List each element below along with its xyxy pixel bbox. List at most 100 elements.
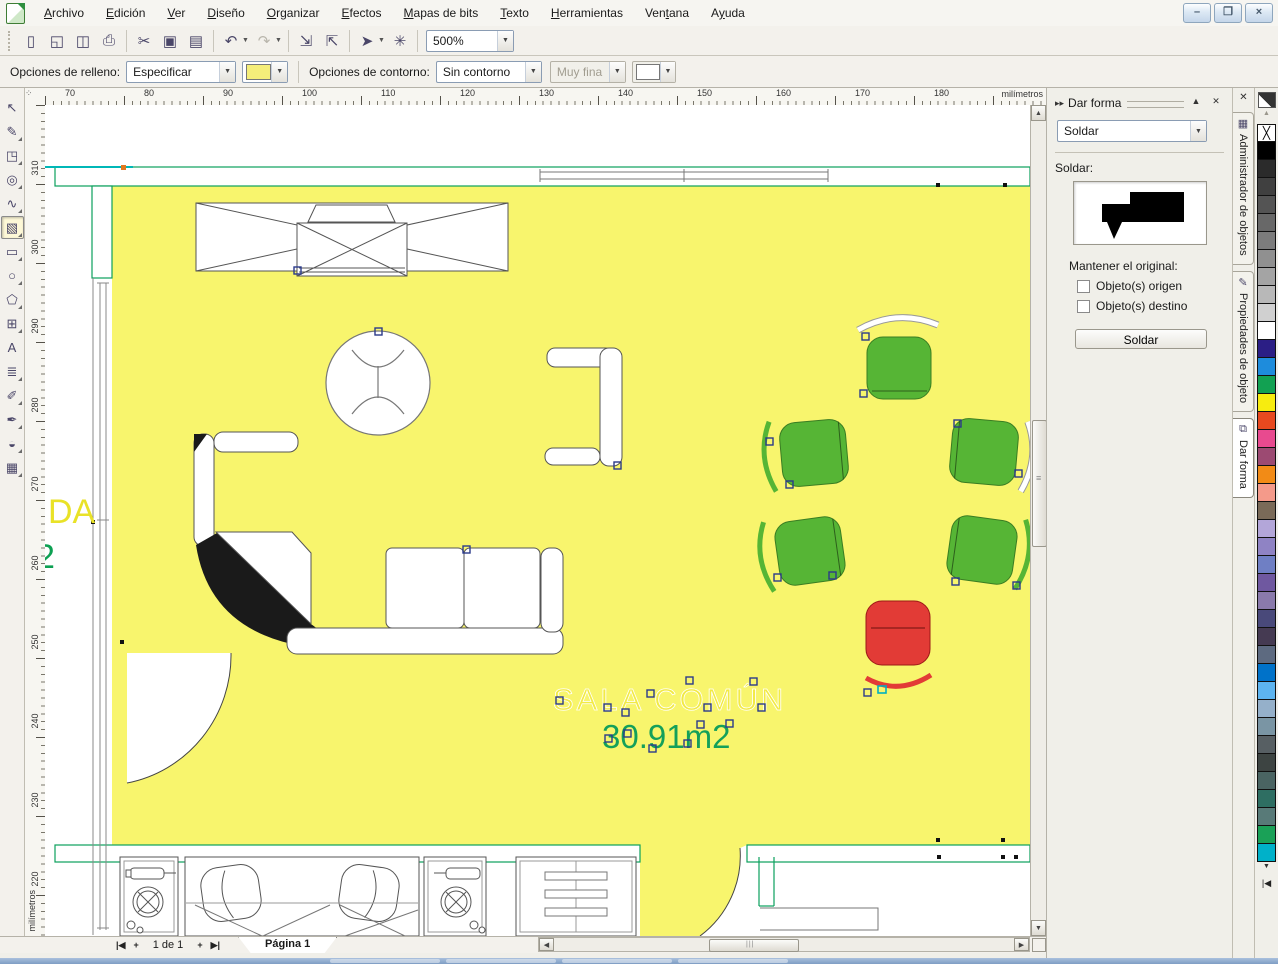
zoom-tool[interactable]: ◎ (1, 168, 24, 191)
menu-mapas-de-bits[interactable]: Mapas de bits (393, 2, 490, 24)
color-swatch[interactable] (1257, 160, 1276, 178)
color-swatch[interactable] (1257, 574, 1276, 592)
chevron-down-icon[interactable]: ▼ (219, 62, 235, 82)
tv-sideboard[interactable] (196, 203, 508, 276)
copy-button[interactable]: ▣ (157, 28, 183, 54)
color-swatch[interactable] (1257, 520, 1276, 538)
last-page-button[interactable]: ▶| (207, 940, 224, 951)
color-swatch[interactable] (1257, 592, 1276, 610)
nightstand-right[interactable] (424, 857, 486, 936)
taskbar-window-button[interactable] (562, 959, 672, 963)
ellipse-tool[interactable]: ○ (1, 264, 24, 287)
chevron-down-icon[interactable]: ▼ (525, 62, 541, 82)
color-swatch[interactable] (1257, 484, 1276, 502)
drawing-area[interactable]: SALA COMÚN 30.91m2 DA 2 (45, 105, 1030, 936)
docker-grabber[interactable] (1127, 101, 1184, 108)
new-button[interactable]: ▯ (18, 28, 44, 54)
room-area-label[interactable]: 30.91m2 (602, 718, 730, 755)
clipped-room-label[interactable]: DA (48, 493, 96, 531)
docker-tab-propiedades-de-objeto[interactable]: ✎Propiedades de objeto (1233, 271, 1254, 412)
window-left[interactable] (93, 278, 109, 935)
shaping-mode-combo[interactable]: Soldar ▼ (1057, 120, 1207, 142)
palette-expand-icon[interactable]: |◀ (1258, 878, 1276, 890)
chevron-down-icon[interactable]: ▼ (242, 37, 251, 44)
color-swatch[interactable] (1257, 502, 1276, 520)
chevron-down-icon[interactable]: ▼ (660, 62, 675, 82)
source-objects-checkbox[interactable] (1077, 280, 1090, 293)
menu-texto[interactable]: Texto (489, 2, 540, 24)
rectangle-tool[interactable]: ▭ (1, 240, 24, 263)
cut-button[interactable]: ✂ (131, 28, 157, 54)
toolbar-grip[interactable] (8, 31, 14, 51)
menu-herramientas[interactable]: Herramientas (540, 2, 634, 24)
paste-button[interactable]: ▤ (183, 28, 209, 54)
nightstand-left[interactable] (120, 857, 178, 936)
menu-efectos[interactable]: Efectos (330, 2, 392, 24)
shape-tool[interactable]: ✎ (1, 120, 24, 143)
color-swatch[interactable] (1257, 412, 1276, 430)
restore-window-button[interactable]: ❐ (1214, 3, 1242, 23)
page-tab[interactable]: Página 1 (238, 937, 337, 954)
docker-pin-icon[interactable]: ▸▸ (1055, 98, 1064, 109)
bed[interactable] (185, 857, 419, 936)
crop-tool[interactable]: ◳ (1, 144, 24, 167)
color-swatch[interactable] (1257, 232, 1276, 250)
taskbar-window-button[interactable] (678, 959, 788, 963)
print-button[interactable]: ⎙ (96, 28, 122, 54)
color-swatch[interactable] (1257, 214, 1276, 232)
chevron-down-icon[interactable]: ▼ (271, 62, 287, 82)
color-swatch[interactable] (1257, 844, 1276, 862)
outline-mode-combo[interactable]: Sin contorno ▼ (436, 61, 542, 83)
color-swatch[interactable] (1257, 646, 1276, 664)
menu-ventana[interactable]: Ventana (634, 2, 700, 24)
outline-tool[interactable]: ✒ (1, 408, 24, 431)
docker-title-bar[interactable]: ▸▸ Dar forma ▲ ✕ (1055, 94, 1224, 112)
color-swatch[interactable] (1257, 682, 1276, 700)
target-objects-checkbox[interactable] (1077, 300, 1090, 313)
export-button[interactable]: ⇱ (319, 28, 345, 54)
palette-scroll-down-icon[interactable]: ▼ (1258, 863, 1276, 876)
color-swatch[interactable] (1257, 376, 1276, 394)
color-swatch[interactable] (1257, 286, 1276, 304)
color-swatch[interactable] (1257, 556, 1276, 574)
color-swatch[interactable] (1257, 178, 1276, 196)
color-swatch[interactable] (1257, 358, 1276, 376)
close-window-button[interactable]: × (1245, 3, 1273, 23)
color-swatch[interactable] (1257, 268, 1276, 286)
palette-options-icon[interactable] (1258, 92, 1276, 108)
vertical-ruler[interactable]: milímetros 31030029028027026025024023022… (25, 105, 46, 936)
smart-fill-tool[interactable]: ▧ (1, 216, 24, 239)
taskbar-window-button[interactable] (446, 959, 556, 963)
undo-button[interactable]: ↶ (218, 28, 244, 54)
fill-tool[interactable]: ◒ (1, 432, 24, 455)
no-color-swatch[interactable]: ╳ (1257, 124, 1276, 142)
open-button[interactable]: ◱ (44, 28, 70, 54)
chevron-down-icon[interactable]: ▼ (275, 37, 284, 44)
color-swatch[interactable] (1257, 754, 1276, 772)
corel-online-button[interactable]: ✳ (387, 28, 413, 54)
basic-shapes-tool[interactable]: ⊞ (1, 312, 24, 335)
color-swatch[interactable] (1257, 718, 1276, 736)
horizontal-scrollbar[interactable]: ◀ ▶ (538, 937, 1030, 952)
weld-apply-button[interactable]: Soldar (1075, 329, 1207, 349)
save-button[interactable]: ◫ (70, 28, 96, 54)
chevron-down-icon[interactable]: ▼ (497, 31, 513, 51)
menu-archivo[interactable]: Archivo (33, 2, 95, 24)
docker-group-close-icon[interactable]: ✕ (1236, 92, 1252, 106)
color-swatch[interactable] (1257, 250, 1276, 268)
vertical-scroll-thumb[interactable] (1032, 420, 1047, 547)
chevron-down-icon[interactable]: ▼ (1190, 121, 1206, 141)
minimize-window-button[interactable]: – (1183, 3, 1211, 23)
polygon-tool[interactable]: ⬠ (1, 288, 24, 311)
color-swatch[interactable] (1257, 394, 1276, 412)
scroll-right-icon[interactable]: ▶ (1014, 938, 1029, 951)
import-button[interactable]: ⇲ (293, 28, 319, 54)
blend-tool[interactable]: ≣ (1, 360, 24, 383)
outline-width-combo[interactable]: Muy fina ▼ (550, 61, 626, 83)
dresser[interactable] (516, 857, 636, 936)
color-swatch[interactable] (1257, 448, 1276, 466)
pick-tool[interactable]: ↖ (1, 96, 24, 119)
color-swatch[interactable] (1257, 772, 1276, 790)
color-swatch[interactable] (1257, 790, 1276, 808)
clipped-room-area[interactable]: 2 (45, 538, 55, 576)
